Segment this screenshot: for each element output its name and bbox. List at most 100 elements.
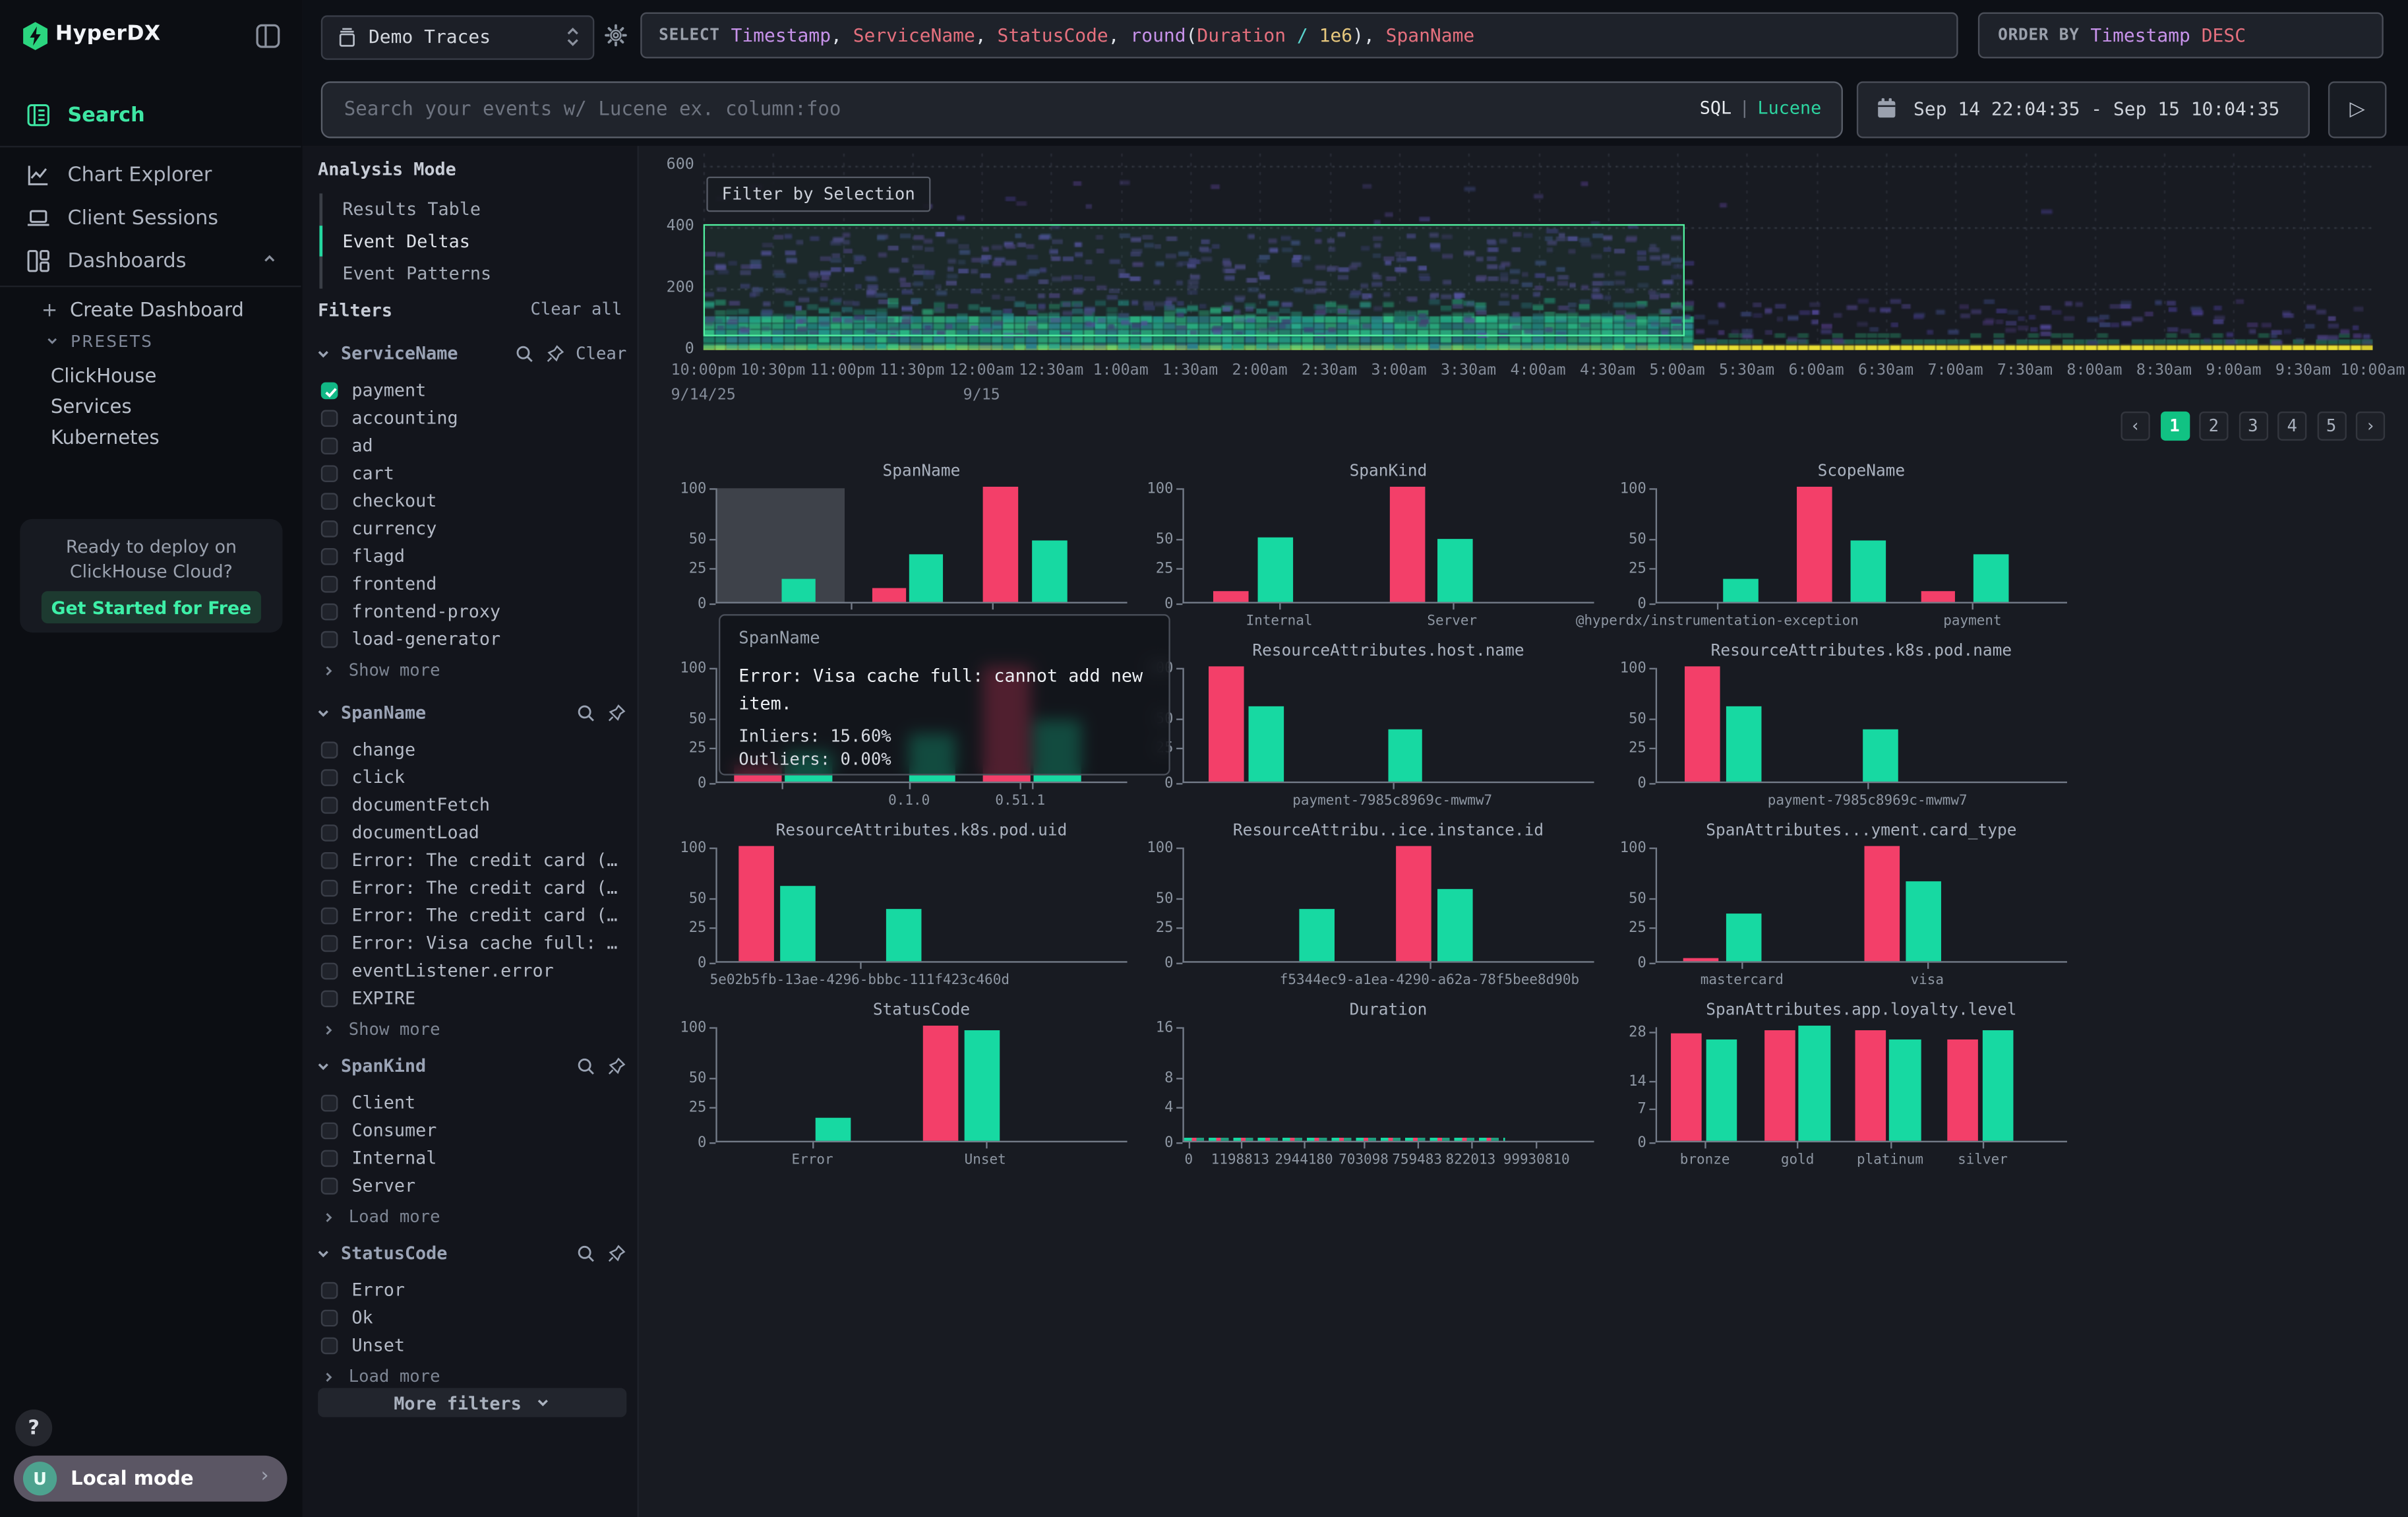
inlier-bar[interactable]	[964, 1030, 999, 1140]
inlier-bar[interactable]	[1032, 540, 1067, 602]
checkbox[interactable]	[321, 741, 338, 758]
checkbox[interactable]	[321, 547, 338, 565]
analysis-mode-option-event-patterns[interactable]: Event Patterns	[342, 258, 491, 289]
sidebar-item-client-sessions[interactable]: Client Sessions	[0, 197, 303, 239]
checkbox[interactable]	[321, 1336, 338, 1353]
inlier-bar[interactable]	[1388, 729, 1423, 782]
filter-option-spanname[interactable]: Error: The credit card (…	[321, 846, 626, 874]
inlier-bar[interactable]	[1726, 914, 1761, 962]
pagination-page-3[interactable]: 3	[2239, 412, 2268, 441]
pagination-page-4[interactable]: 4	[2277, 412, 2306, 441]
outlier-bar[interactable]	[1396, 846, 1431, 962]
checkbox[interactable]	[321, 520, 338, 537]
sidebar-item-chart-explorer[interactable]: Chart Explorer	[0, 154, 303, 197]
inlier-bar[interactable]	[1258, 537, 1293, 602]
load-more-button[interactable]: Load more	[321, 1367, 440, 1386]
filter-option-servicename[interactable]: payment	[321, 376, 626, 404]
pagination-next[interactable]: ›	[2356, 412, 2385, 441]
chevron-down-icon[interactable]	[315, 1245, 332, 1262]
checkbox[interactable]	[321, 464, 338, 481]
checkbox[interactable]	[321, 824, 338, 841]
inlier-bar[interactable]	[1723, 579, 1758, 602]
outlier-bar[interactable]	[1764, 1031, 1795, 1141]
sidebar-item-kubernetes[interactable]: Kubernetes	[51, 425, 160, 449]
filter-option-servicename[interactable]: ad	[321, 431, 626, 459]
sidebar-item-clickhouse[interactable]: ClickHouse	[51, 364, 157, 387]
checkbox[interactable]	[321, 409, 338, 426]
inlier-bar[interactable]	[781, 578, 816, 602]
pagination-page-5[interactable]: 5	[2316, 412, 2345, 441]
sidebar-item-dashboards[interactable]: Dashboards	[0, 239, 303, 282]
pin-icon[interactable]	[607, 1055, 626, 1075]
outlier-bar[interactable]	[1865, 846, 1900, 962]
sidebar-item-search[interactable]: Search	[0, 94, 303, 137]
filter-option-spanname[interactable]: documentFetch	[321, 791, 626, 819]
checkbox[interactable]	[321, 1282, 338, 1299]
date-range-picker[interactable]: Sep 14 22:04:35 - Sep 15 10:04:35	[1857, 81, 2310, 138]
chevron-down-icon[interactable]	[315, 1057, 332, 1074]
checkbox[interactable]	[321, 796, 338, 813]
search-icon[interactable]	[576, 1055, 595, 1075]
checkbox[interactable]	[321, 879, 338, 896]
outlier-bar[interactable]	[1671, 1034, 1702, 1141]
inlier-bar[interactable]	[1863, 729, 1898, 782]
checkbox[interactable]	[321, 1122, 338, 1139]
filter-option-spanname[interactable]: Error: Visa cache full: …	[321, 929, 626, 956]
inlier-bar[interactable]	[1726, 707, 1761, 782]
show-more-button[interactable]: Show more	[321, 660, 440, 680]
chevron-down-icon[interactable]	[315, 345, 332, 362]
checkbox[interactable]	[321, 768, 338, 786]
analysis-mode-option-event-deltas[interactable]: Event Deltas	[342, 226, 470, 257]
heatmap-selection-region[interactable]	[704, 224, 1685, 336]
filter-option-servicename[interactable]: frontend-proxy	[321, 598, 626, 625]
local-mode-menu[interactable]: U Local mode ›	[14, 1456, 287, 1502]
filter-option-servicename[interactable]: flagd	[321, 542, 626, 570]
filter-option-spanname[interactable]: EXPIRE	[321, 984, 626, 1012]
checkbox[interactable]	[321, 631, 338, 648]
filter-group-header-spanname[interactable]: SpanName	[315, 700, 626, 725]
filter-option-spanname[interactable]: click	[321, 763, 626, 791]
filter-option-spanname[interactable]: eventListener.error	[321, 956, 626, 984]
outlier-bar[interactable]	[923, 1026, 958, 1141]
filter-option-statuscode[interactable]: Ok	[321, 1303, 626, 1331]
checkbox[interactable]	[321, 1309, 338, 1326]
filter-option-spankind[interactable]: Server	[321, 1171, 626, 1199]
show-more-button[interactable]: Show more	[321, 1020, 440, 1039]
outlier-bar[interactable]	[1947, 1039, 1978, 1140]
outlier-bar[interactable]	[1684, 958, 1719, 961]
clear-filter-button[interactable]: Clear	[576, 343, 626, 363]
checkbox[interactable]	[321, 1177, 338, 1194]
inlier-bar[interactable]	[1982, 1031, 2013, 1141]
inlier-bar[interactable]	[1437, 539, 1472, 602]
checkbox[interactable]	[321, 851, 338, 869]
filter-option-spankind[interactable]: Consumer	[321, 1116, 626, 1144]
inlier-bar[interactable]	[1799, 1026, 1830, 1141]
outlier-bar[interactable]	[982, 487, 1017, 602]
sidebar-item-services[interactable]: Services	[51, 394, 132, 418]
inlier-bar[interactable]	[1906, 881, 1941, 961]
inlier-bar[interactable]	[816, 1118, 851, 1141]
inlier-bar[interactable]	[780, 886, 815, 961]
checkbox[interactable]	[321, 935, 338, 952]
outlier-bar[interactable]	[1390, 487, 1425, 602]
order-by-input[interactable]: ORDER BY Timestamp DESC	[1978, 13, 2384, 59]
filter-option-spankind[interactable]: Client	[321, 1088, 626, 1116]
checkbox[interactable]	[321, 603, 338, 620]
clear-all-button[interactable]: Clear all	[530, 299, 622, 319]
more-filters-button[interactable]: More filters	[318, 1388, 626, 1417]
analysis-mode-option-results-table[interactable]: Results Table	[342, 193, 481, 224]
search-icon[interactable]	[576, 702, 595, 722]
filter-option-servicename[interactable]: checkout	[321, 487, 626, 514]
inlier-bar[interactable]	[909, 555, 944, 602]
pin-icon[interactable]	[607, 702, 626, 722]
inlier-bar[interactable]	[1890, 1039, 1921, 1140]
inlier-bar[interactable]	[1706, 1039, 1737, 1140]
pagination-prev[interactable]: ‹	[2121, 412, 2150, 441]
inlier-bar[interactable]	[886, 908, 921, 961]
collapse-sidebar-icon[interactable]	[255, 23, 282, 49]
load-more-button[interactable]: Load more	[321, 1207, 440, 1227]
filter-option-servicename[interactable]: load-generator	[321, 625, 626, 652]
filter-group-header-spankind[interactable]: SpanKind	[315, 1053, 626, 1078]
run-query-button[interactable]: ▷	[2328, 81, 2387, 138]
pin-icon[interactable]	[545, 343, 565, 363]
